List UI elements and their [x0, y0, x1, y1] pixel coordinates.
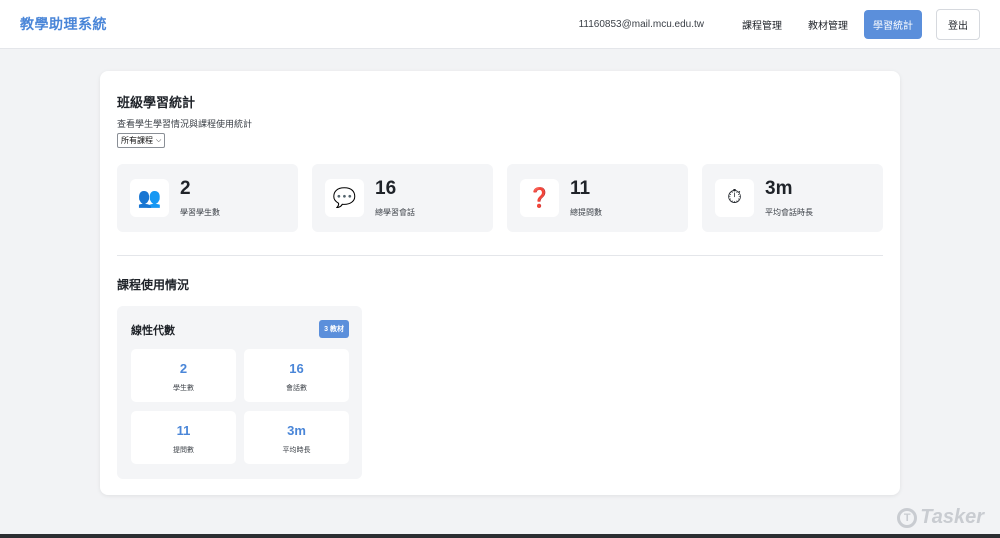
metric-value: 11	[176, 423, 191, 438]
usage-section-title: 課程使用情況	[117, 278, 190, 292]
watermark-text: Tasker	[920, 506, 984, 528]
stat-card-questions: ❓ 11 總提問數	[507, 164, 688, 232]
navbar-right: 11160853@mail.mcu.edu.tw 課程管理 教材管理 學習統計 …	[578, 8, 980, 40]
tasker-logo-icon: T	[897, 507, 918, 528]
metric-label: 提問數	[173, 447, 194, 454]
nav-course-management[interactable]: 課程管理	[732, 10, 792, 39]
app-brand[interactable]: 教學助理系統	[20, 14, 107, 34]
metric-avg-duration: 3m 平均時長	[244, 411, 349, 464]
page-subtitle: 查看學生學習情況與課程使用統計	[117, 119, 253, 129]
stat-card-sessions: 💬 16 總學習會話	[312, 164, 493, 232]
course-usage-card[interactable]: 線性代數 3 教材 2 學生數 16 會話數 11 提問數 3m 平均時長	[117, 306, 362, 479]
course-filter-select[interactable]: 所有課程 ⌵	[117, 133, 166, 148]
nav-learning-statistics[interactable]: 學習統計	[864, 9, 922, 39]
chevron-down-icon: ⌵	[156, 136, 162, 144]
stat-value: 2	[180, 178, 191, 199]
window-bottom-edge	[0, 534, 1000, 538]
metric-sessions: 16 會話數	[244, 349, 349, 402]
stat-card-avg-duration: ⏱ 3m 平均會話時長	[702, 164, 883, 232]
metric-value: 3m	[287, 423, 306, 438]
course-name: 線性代數	[131, 325, 175, 337]
stat-value: 3m	[765, 178, 793, 199]
page-title: 班級學習統計	[117, 95, 196, 110]
logout-button[interactable]: 登出	[936, 8, 980, 40]
tasker-watermark: T Tasker	[897, 506, 984, 529]
chat-icon: 💬	[325, 179, 364, 217]
metric-students: 2 學生數	[131, 349, 236, 402]
course-filter-value: 所有課程	[121, 136, 153, 145]
stat-label: 總學習會話	[375, 208, 415, 217]
metric-value: 16	[289, 361, 304, 376]
students-icon: 👥	[130, 179, 169, 217]
stat-value: 16	[375, 178, 397, 199]
question-icon: ❓	[520, 179, 559, 217]
metric-label: 平均時長	[282, 447, 311, 454]
material-count-badge: 3 教材	[319, 320, 349, 338]
stat-value: 11	[570, 178, 591, 199]
stat-label: 平均會話時長	[765, 208, 813, 217]
metric-questions: 11 提問數	[131, 411, 236, 464]
user-email: 11160853@mail.mcu.edu.tw	[578, 18, 704, 30]
metric-value: 2	[179, 361, 188, 376]
section-divider	[117, 255, 883, 256]
nav-material-management[interactable]: 教材管理	[798, 10, 858, 39]
stat-card-students: 👥 2 學習學生數	[117, 164, 298, 232]
metric-label: 學生數	[173, 385, 194, 392]
metric-label: 會話數	[286, 385, 307, 392]
top-navbar: 教學助理系統 11160853@mail.mcu.edu.tw 課程管理 教材管…	[0, 0, 1000, 49]
stat-label: 學習學生數	[180, 208, 220, 217]
statistics-card: 班級學習統計 查看學生學習情況與課程使用統計 所有課程 ⌵ 👥 2 學習學生數 …	[100, 71, 900, 495]
stopwatch-icon: ⏱	[715, 179, 754, 217]
stat-label: 總提問數	[570, 208, 602, 217]
